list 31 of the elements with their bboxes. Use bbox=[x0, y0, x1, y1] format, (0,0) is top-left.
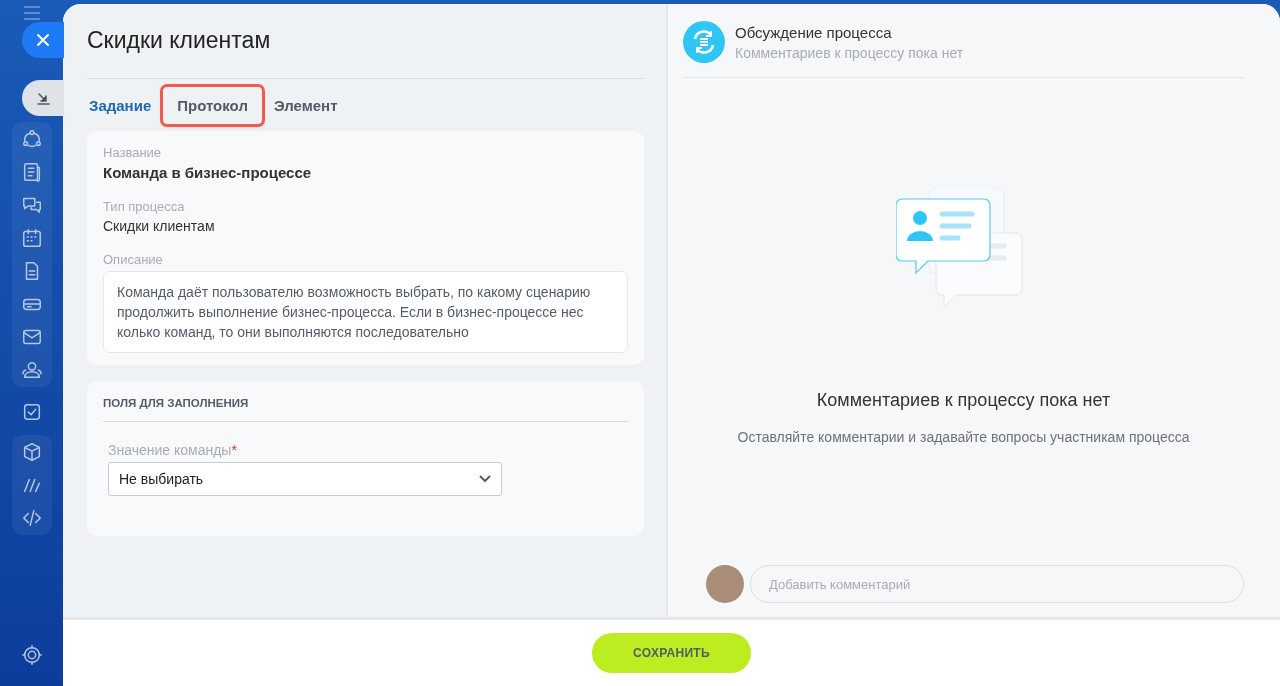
field-label: Описание bbox=[103, 252, 164, 267]
page-title: Скидки клиентам bbox=[87, 4, 644, 79]
collapse-button[interactable] bbox=[22, 80, 64, 116]
code-icon[interactable] bbox=[20, 507, 43, 529]
circle-dots-icon[interactable] bbox=[20, 128, 43, 150]
description-text: Команда даёт пользователю возможность выбрать, по какому сценарию продолжить выполнение бизнес-процесса. Если в бизнес-процессе нес колько команд, то они выполняются последовательно bbox=[103, 271, 628, 353]
section-heading: ПОЛЯ ДЛЯ ЗАПОЛНЕНИЯ bbox=[103, 395, 628, 422]
calendar-icon[interactable] bbox=[20, 227, 43, 249]
tab[interactable]: Элемент bbox=[261, 88, 350, 122]
tab[interactable]: Протокол bbox=[163, 86, 262, 124]
save-button[interactable]: СОХРАНИТЬ bbox=[592, 633, 751, 673]
empty-state-text: Оставляйте комментарии и задавайте вопросы участникам процесса bbox=[737, 429, 1190, 445]
tab[interactable]: Задание bbox=[87, 88, 164, 122]
empty-state-title: Комментариев к процессу пока нет bbox=[816, 390, 1111, 411]
command-select[interactable]: Не выбирать bbox=[108, 462, 502, 496]
chevron-down-icon bbox=[479, 475, 491, 483]
close-button[interactable] bbox=[22, 22, 64, 58]
close-icon bbox=[36, 33, 50, 47]
avatar bbox=[706, 565, 744, 603]
field-label: Значение команды bbox=[108, 442, 232, 458]
comment-field[interactable]: Добавить комментарий bbox=[750, 565, 1244, 603]
field-label: Тип процесса bbox=[103, 199, 186, 214]
process-icon bbox=[683, 21, 725, 63]
people-icon[interactable] bbox=[20, 359, 43, 381]
field-value: Команда в бизнес-процессе bbox=[103, 164, 313, 181]
field-value: Скидки клиентам bbox=[103, 218, 216, 234]
field-label: Название bbox=[103, 145, 163, 160]
arrow-icon bbox=[36, 91, 50, 105]
discussion-subtitle: Комментариев к процессу пока нет bbox=[735, 44, 964, 61]
discussion-title: Обсуждение процесса bbox=[735, 23, 893, 41]
required-mark: * bbox=[231, 442, 237, 458]
